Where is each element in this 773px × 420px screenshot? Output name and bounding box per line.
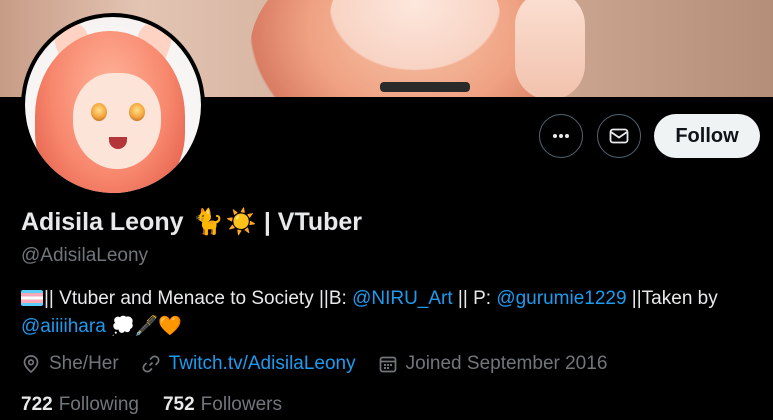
user-handle: @AdisilaLeony	[21, 245, 149, 266]
pronouns-text: She/Her	[49, 353, 119, 374]
website-link[interactable]: Twitch.tv/AdisilaLeony	[169, 353, 356, 375]
joined-item: Joined September 2016	[378, 353, 608, 375]
display-name-text: Adisila Leony	[21, 208, 184, 236]
bio-text-3: ||Taken by	[626, 288, 718, 309]
joined-text: Joined September 2016	[405, 353, 608, 374]
transgender-flag-icon	[21, 290, 43, 306]
banner-hand	[515, 0, 585, 97]
follow-stats: 722 Following 752 Followers	[21, 394, 306, 416]
avatar[interactable]	[21, 13, 205, 197]
following-count[interactable]: 722	[21, 394, 53, 416]
followers-label[interactable]: Followers	[201, 394, 282, 416]
more-horizontal-icon	[553, 134, 569, 138]
following-label[interactable]: Following	[59, 394, 139, 416]
bio-emojis: 💭🖋️🧡	[111, 316, 183, 337]
mention-gurumie1229[interactable]: @gurumie1229	[496, 288, 626, 309]
website-item[interactable]: Twitch.tv/AdisilaLeony	[141, 353, 356, 375]
calendar-icon	[379, 356, 396, 373]
bio-text-1: || Vtuber and Menace to Society ||B:	[44, 288, 353, 309]
followers-count[interactable]: 752	[163, 394, 195, 416]
link-icon	[142, 355, 160, 373]
display-name: Adisila Leony 🐈 ☀️ | VTuber	[21, 208, 362, 237]
more-button[interactable]	[539, 114, 583, 158]
cat-emoji: 🐈	[192, 208, 224, 236]
mail-icon	[609, 128, 629, 144]
pronouns-item: She/Her	[21, 353, 119, 375]
message-button[interactable]	[597, 114, 641, 158]
location-pin-icon	[23, 355, 39, 374]
follow-button[interactable]: Follow	[654, 114, 760, 158]
bio-text-2: || P:	[452, 288, 497, 309]
display-name-suffix: | VTuber	[263, 208, 363, 236]
mention-niru-art[interactable]: @NIRU_Art	[352, 288, 453, 309]
sun-emoji: ☀️	[225, 208, 257, 236]
profile-meta: She/Her Twitch.tv/AdisilaLeony Joined Se…	[21, 350, 629, 378]
banner-choker	[380, 82, 470, 92]
profile-actions: Follow	[0, 114, 773, 160]
avatar-image	[25, 17, 201, 193]
mention-aiiiihara[interactable]: @aiiiihara	[21, 316, 106, 337]
bio: || Vtuber and Menace to Society ||B: @NI…	[21, 285, 761, 341]
